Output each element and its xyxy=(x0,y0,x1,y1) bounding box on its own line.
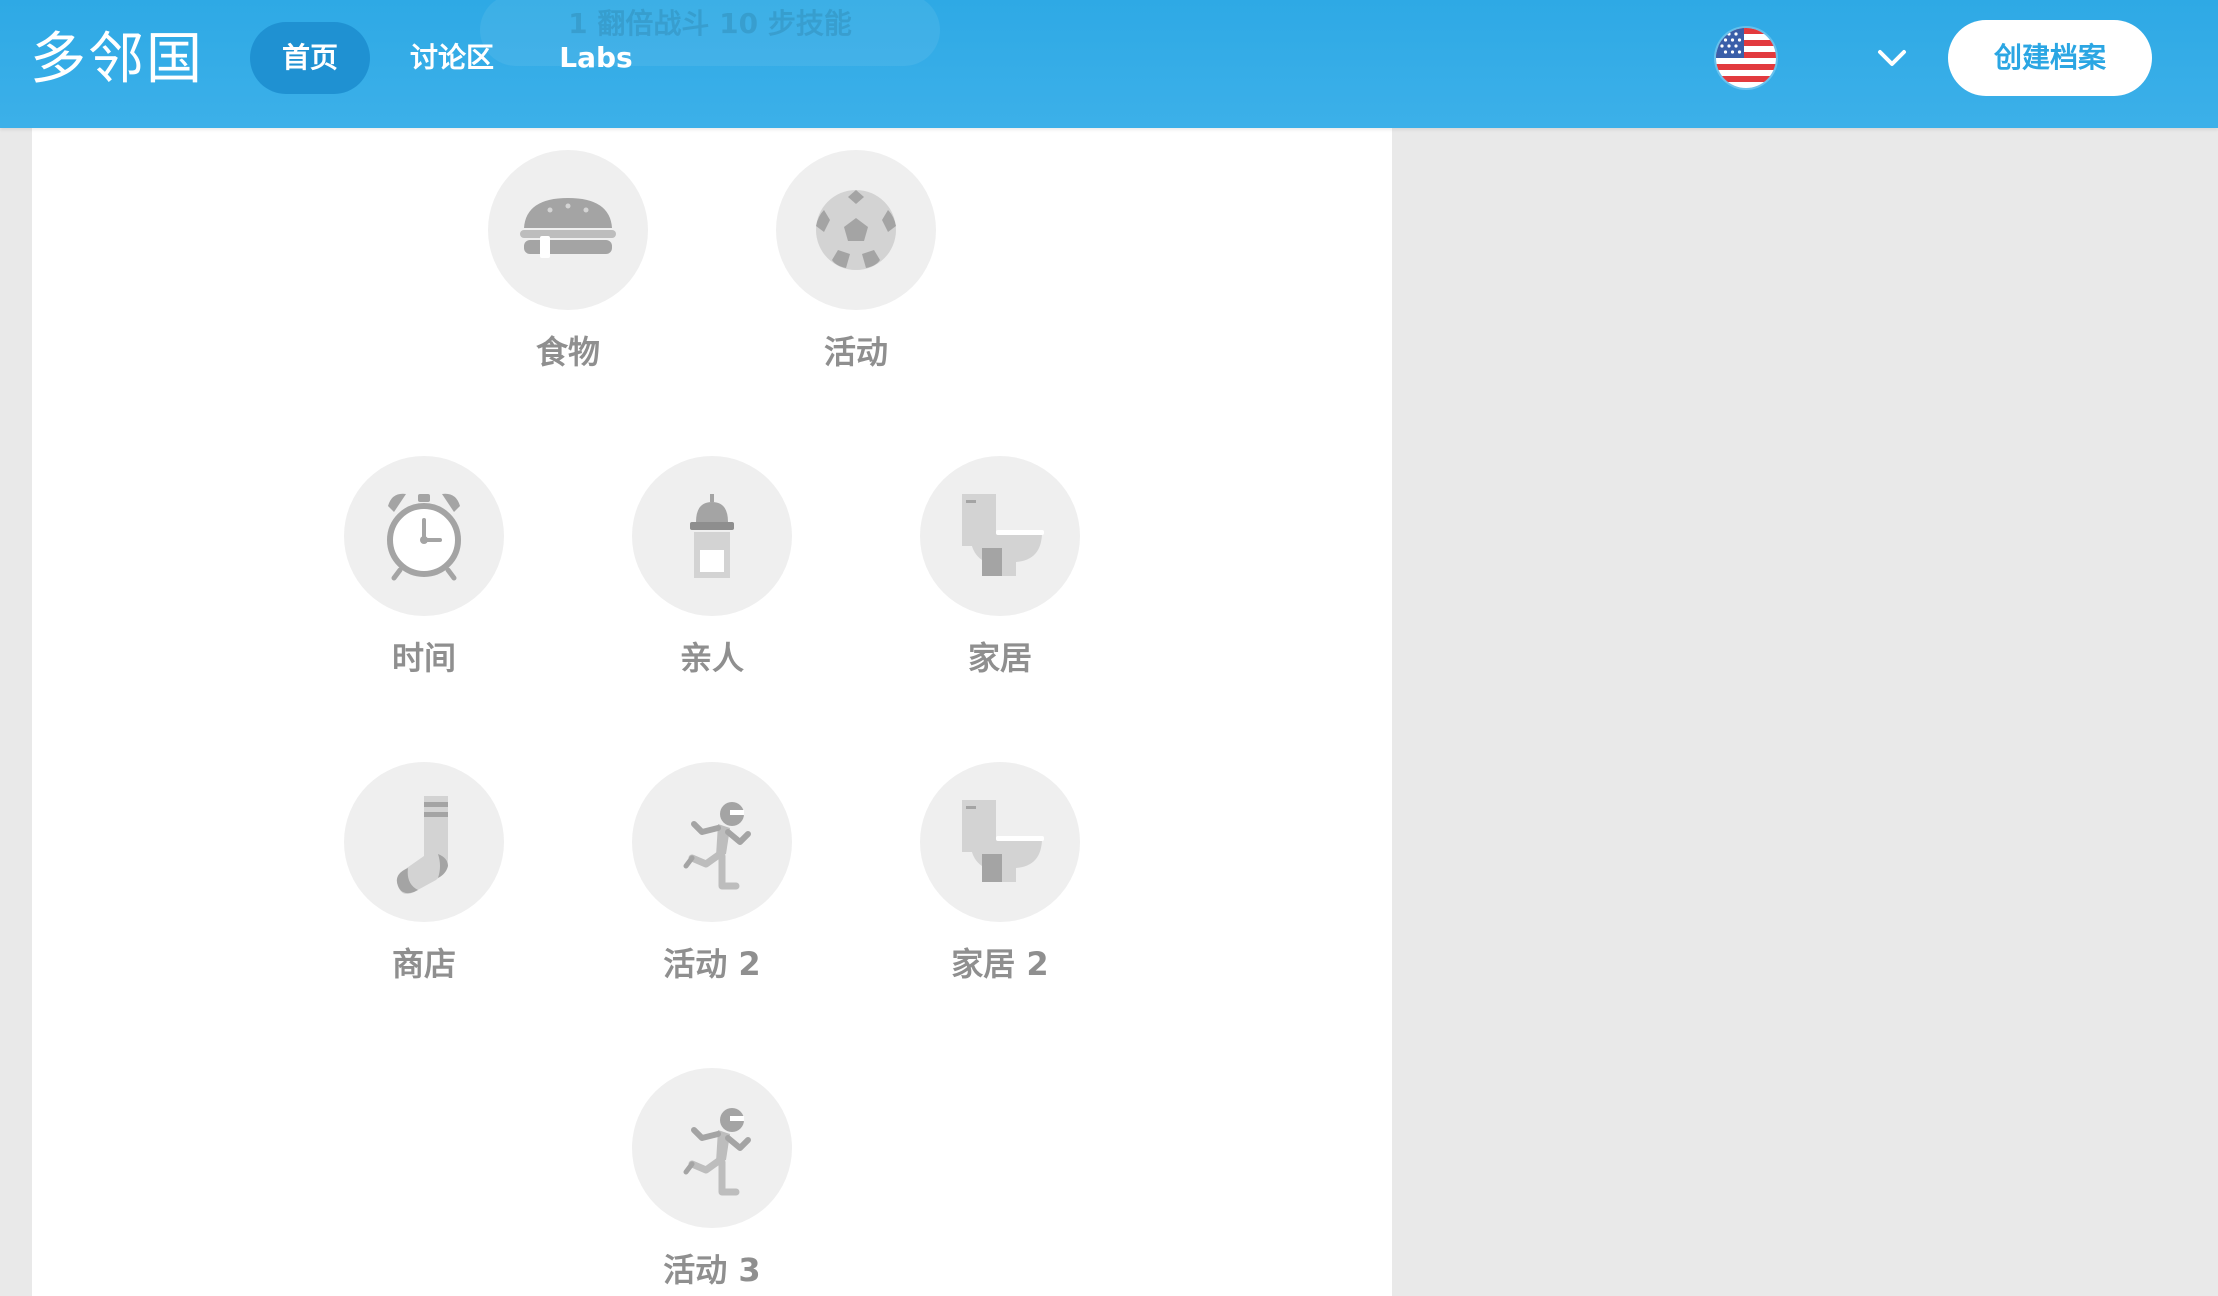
skill-home-2[interactable]: 家居 2 xyxy=(900,762,1100,984)
skill-circle[interactable] xyxy=(344,762,504,922)
skill-shop[interactable]: 商店 xyxy=(324,762,524,984)
skill-label: 活动 3 xyxy=(663,1251,761,1289)
skill-circle[interactable] xyxy=(488,150,648,310)
skill-circle[interactable] xyxy=(920,762,1080,922)
runner-icon xyxy=(683,802,751,890)
hamburger-icon xyxy=(520,198,616,258)
nav-labs[interactable]: Labs xyxy=(546,22,646,94)
skill-label: 活动 2 xyxy=(663,945,761,983)
skill-circle[interactable] xyxy=(920,456,1080,616)
skill-activity[interactable]: 活动 xyxy=(756,150,956,372)
create-profile-button[interactable]: 创建档案 xyxy=(1948,20,2152,96)
us-flag-icon[interactable] xyxy=(1716,28,1776,88)
skill-label: 家居 xyxy=(967,639,1032,677)
skill-activity-3[interactable]: 活动 3 xyxy=(612,1068,812,1290)
nav-home[interactable]: 首页 xyxy=(250,22,370,94)
skill-activity-2[interactable]: 活动 2 xyxy=(612,762,812,984)
duolingo-logo[interactable]: 多邻国 xyxy=(30,20,204,100)
skill-label: 活动 xyxy=(823,333,888,371)
skill-label: 时间 xyxy=(391,639,456,677)
toilet-icon xyxy=(962,800,1044,882)
skill-label: 家居 2 xyxy=(951,945,1049,983)
top-navigation-bar: 1 翻倍战斗 10 步技能 多邻国 首页 讨论区 Labs 创建档案 xyxy=(0,0,2218,128)
sock-icon xyxy=(396,796,448,894)
skill-circle[interactable] xyxy=(776,150,936,310)
skill-label: 商店 xyxy=(391,945,456,983)
alarm-clock-icon xyxy=(387,493,461,581)
skill-label: 食物 xyxy=(535,333,600,371)
runner-icon xyxy=(683,1108,751,1196)
skill-time[interactable]: 时间 xyxy=(324,456,524,678)
chevron-down-icon[interactable] xyxy=(1876,42,1908,74)
skill-home[interactable]: 家居 xyxy=(900,456,1100,678)
skill-tree-panel: 食物 活动 时间 亲人 家居 商店 活动 2 家居 2 活动 3 xyxy=(32,128,1392,1296)
soccer-ball-icon xyxy=(816,190,896,270)
skill-circle[interactable] xyxy=(632,456,792,616)
skill-circle[interactable] xyxy=(344,456,504,616)
toilet-icon xyxy=(962,494,1044,576)
skill-circle[interactable] xyxy=(632,1068,792,1228)
baby-bottle-icon xyxy=(690,494,734,578)
skill-label: 亲人 xyxy=(679,639,744,677)
skill-circle[interactable] xyxy=(632,762,792,922)
nav-forum[interactable]: 讨论区 xyxy=(392,22,512,94)
skill-food[interactable]: 食物 xyxy=(468,150,668,372)
skill-family[interactable]: 亲人 xyxy=(612,456,812,678)
